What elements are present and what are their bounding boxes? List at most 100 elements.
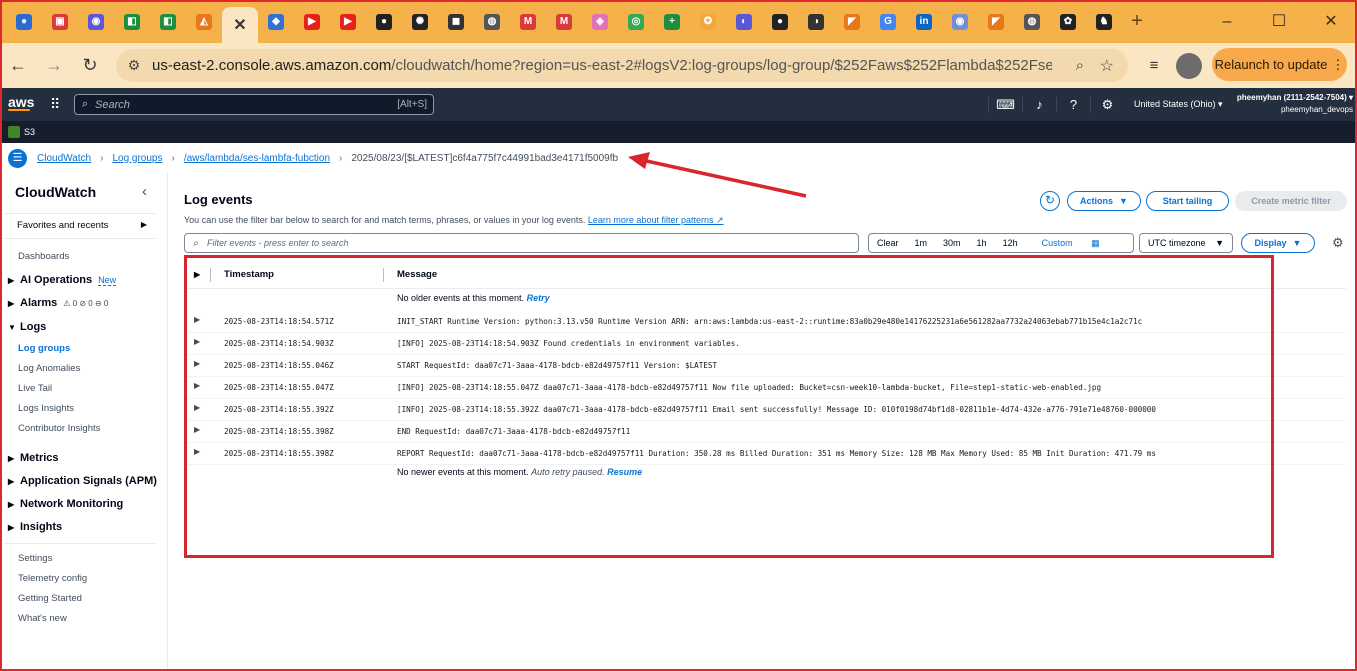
tab-27[interactable]: ◉ (942, 0, 978, 43)
help-icon[interactable]: ? (1056, 97, 1090, 112)
sidebar-item-log-anomalies[interactable]: Log Anomalies (18, 363, 80, 374)
new-tab-icon[interactable]: + (1122, 10, 1152, 33)
column-timestamp[interactable]: Timestamp (224, 269, 274, 280)
gear-icon[interactable]: ⚙ (1332, 235, 1344, 251)
url-text[interactable]: us-east-2.console.aws.amazon.com/cloudwa… (152, 57, 1052, 74)
tab-youtube-2[interactable]: ▶ (330, 0, 366, 43)
time-range-clear[interactable]: Clear (869, 238, 907, 248)
expand-all-icon[interactable]: ▶ (194, 270, 200, 279)
table-row[interactable]: ▶ 2025-08-23T14:18:55.047Z [INFO] 2025-08-… (184, 377, 1346, 399)
time-range-12h[interactable]: 12h (995, 238, 1026, 248)
time-range-30m[interactable]: 30m (935, 238, 969, 248)
sidebar-section-ai-operations[interactable]: ▶ AI Operations New (8, 274, 117, 286)
bookmark-star-icon[interactable]: ☆ (1100, 56, 1114, 76)
tab-30[interactable]: ✿ (1050, 0, 1086, 43)
tab-pinned-6[interactable]: ◭ (186, 0, 222, 43)
tab-pinned-3[interactable]: ◉ (78, 0, 114, 43)
tab-20[interactable]: ✪ (690, 0, 726, 43)
table-row[interactable]: ▶ 2025-08-23T14:18:54.571Z INIT_START Runt… (184, 311, 1346, 333)
sidebar-item-contributor-insights[interactable]: Contributor Insights (18, 423, 100, 434)
sidebar-item-getting-started[interactable]: Getting Started (18, 593, 82, 604)
table-row[interactable]: ▶ 2025-08-23T14:18:54.903Z [INFO] 2025-08-… (184, 333, 1346, 355)
column-message[interactable]: Message (397, 269, 437, 280)
tab-openai[interactable]: ✺ (402, 0, 438, 43)
table-row[interactable]: ▶ 2025-08-23T14:18:55.398Z END RequestId: … (184, 421, 1346, 443)
sidebar-item-logs-insights[interactable]: Logs Insights (18, 403, 74, 414)
sidebar-item-dashboards[interactable]: Dashboards (18, 251, 69, 262)
favorites-and-recents[interactable]: Favorites and recents ▶ (17, 220, 147, 231)
table-row[interactable]: ▶ 2025-08-23T14:18:55.046Z START RequestId… (184, 355, 1346, 377)
region-selector[interactable]: United States (Ohio) ▾ (1134, 99, 1223, 110)
expand-row-icon[interactable]: ▶ (194, 447, 200, 456)
s3-icon[interactable] (8, 126, 20, 138)
tab-23[interactable]: ◑ (798, 0, 834, 43)
create-metric-filter-button[interactable]: Create metric filter (1235, 191, 1347, 211)
tab-21[interactable]: ◐ (726, 0, 762, 43)
tab-linkedin[interactable]: in (906, 0, 942, 43)
zoom-icon[interactable]: ⌕ (1076, 57, 1084, 74)
sidebar-section-metrics[interactable]: ▶ Metrics (8, 452, 59, 464)
settings-icon[interactable]: ⚙ (1090, 96, 1124, 113)
tab-29[interactable]: ◍ (1014, 0, 1050, 43)
tab-14[interactable]: ◍ (474, 0, 510, 43)
sidebar-item-whats-new[interactable]: What's new (18, 613, 67, 624)
close-tab-icon[interactable]: ✕ (232, 17, 248, 34)
breadcrumb-cloudwatch[interactable]: CloudWatch (37, 153, 91, 164)
retry-link[interactable]: Retry (527, 293, 550, 303)
sidebar-item-settings[interactable]: Settings (18, 553, 52, 564)
tab-18[interactable]: ◎ (618, 0, 654, 43)
breadcrumb-log-group[interactable]: /aws/lambda/ses-lambfa-fubction (184, 153, 330, 164)
filter-events-input[interactable]: ⌕ Filter events - press enter to search (184, 233, 859, 253)
column-divider[interactable] (383, 268, 384, 282)
profile-avatar[interactable] (1176, 52, 1202, 79)
minimize-icon[interactable]: – (1201, 0, 1253, 43)
cloudshell-icon[interactable]: ⌨ (988, 96, 1022, 113)
tab-28[interactable]: ◤ (978, 0, 1014, 43)
tab-youtube-1[interactable]: ▶ (294, 0, 330, 43)
relaunch-button[interactable]: Relaunch to update ⋮ (1212, 48, 1347, 81)
notifications-icon[interactable]: ♪ (1022, 97, 1056, 112)
close-window-icon[interactable]: ✕ (1305, 0, 1357, 43)
collapse-sidebar-icon[interactable]: ‹ (142, 183, 147, 200)
tab-17[interactable]: ◈ (582, 0, 618, 43)
refresh-button[interactable]: ↻ (1040, 191, 1060, 211)
tab-sheets[interactable]: + (654, 0, 690, 43)
time-range-1m[interactable]: 1m (907, 238, 936, 248)
learn-more-link[interactable]: Learn more about filter patterns ↗ (588, 215, 724, 225)
tab-active[interactable]: ✕ (222, 7, 258, 43)
expand-row-icon[interactable]: ▶ (194, 403, 200, 412)
start-tailing-button[interactable]: Start tailing (1146, 191, 1229, 211)
sidebar-section-alarms[interactable]: ▶ Alarms ⚠ 0 ⊘ 0 ⊖ 0 (8, 297, 108, 309)
tab-gmail-2[interactable]: M (546, 0, 582, 43)
breadcrumb-log-groups[interactable]: Log groups (112, 153, 162, 164)
time-range-1h[interactable]: 1h (969, 238, 995, 248)
tab-gmail-1[interactable]: M (510, 0, 546, 43)
services-grid-icon[interactable]: ⠿ (50, 96, 60, 113)
tab-pinned-1[interactable]: ● (6, 0, 42, 43)
s3-shortcut[interactable]: S3 (24, 127, 35, 137)
tab-pinned-4[interactable]: ◧ (114, 0, 150, 43)
tab-pinned-5[interactable]: ◧ (150, 0, 186, 43)
timezone-select[interactable]: UTC timezone ▼ (1139, 233, 1233, 253)
back-icon[interactable]: ← (0, 55, 36, 76)
table-row[interactable]: ▶ 2025-08-23T14:18:55.398Z REPORT RequestI… (184, 443, 1346, 465)
tab-google[interactable]: G (870, 0, 906, 43)
sidebar-section-logs[interactable]: ▼ Logs (8, 321, 46, 333)
address-bar[interactable]: ⚙ us-east-2.console.aws.amazon.com/cloud… (116, 49, 1128, 82)
tab-github-1[interactable]: ● (366, 0, 402, 43)
actions-button[interactable]: Actions ▼ (1067, 191, 1141, 211)
expand-row-icon[interactable]: ▶ (194, 315, 200, 324)
sidebar-item-log-groups[interactable]: Log groups (18, 343, 70, 354)
expand-row-icon[interactable]: ▶ (194, 425, 200, 434)
console-search-input[interactable]: ⌕ Search [Alt+S] (74, 94, 434, 115)
tab-8[interactable]: ◆ (258, 0, 294, 43)
tab-31[interactable]: ♞ (1086, 0, 1122, 43)
sidebar-item-live-tail[interactable]: Live Tail (18, 383, 52, 394)
expand-row-icon[interactable]: ▶ (194, 337, 200, 346)
sidebar-section-insights[interactable]: ▶ Insights (8, 521, 62, 533)
table-row[interactable]: ▶ 2025-08-23T14:18:55.392Z [INFO] 2025-08-… (184, 399, 1346, 421)
media-controls-icon[interactable]: ≡ (1140, 57, 1168, 74)
reload-icon[interactable]: ↻ (72, 55, 108, 76)
account-menu[interactable]: pheemyhan (2111-2542-7504) ▾ pheemyhan_d… (1237, 92, 1353, 116)
sidebar-item-telemetry-config[interactable]: Telemetry config (18, 573, 87, 584)
